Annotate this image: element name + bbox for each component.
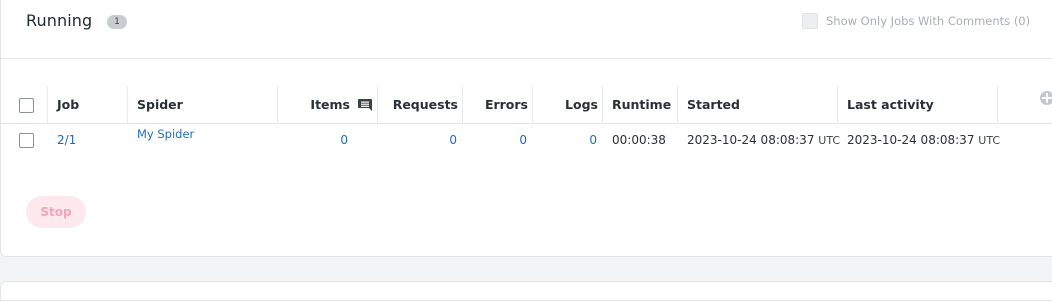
column-divider [462,86,463,124]
started-value: 2023-10-24 08:08:37 UTC [687,125,840,157]
running-jobs-panel: Running 1 Show Only Jobs With Comments (… [0,0,1052,257]
last-activity-timezone: UTC [978,134,1001,147]
panel-header: Running 1 Show Only Jobs With Comments (… [1,0,1052,59]
column-divider [47,86,48,124]
column-divider [127,86,128,124]
running-count-badge: 1 [107,15,127,29]
column-header-runtime[interactable]: Runtime [612,86,671,124]
column-divider [277,86,278,124]
started-timezone: UTC [818,134,841,147]
column-divider [677,86,678,124]
column-header-logs[interactable]: Logs [536,86,598,124]
comments-filter-checkbox[interactable] [802,13,818,29]
items-count-link[interactable]: 0 [287,125,348,157]
runtime-value: 00:00:38 [612,133,666,147]
requests-count-link[interactable]: 0 [381,125,457,157]
comments-filter-label: Show Only Jobs With Comments (0) [826,14,1031,28]
logs-count-link[interactable]: 0 [536,125,597,157]
spider-name-link[interactable]: My Spider [137,119,194,151]
column-divider [377,86,378,124]
column-divider [602,86,603,124]
column-header-requests[interactable]: Requests [381,86,458,124]
stop-button[interactable]: Stop [26,196,86,228]
table-row: 2/1 My Spider 0 0 0 0 00:00:38 2023-10-2… [1,125,1052,157]
comment-icon [358,99,372,111]
last-activity-datetime: 2023-10-24 08:08:37 [847,133,975,147]
started-datetime: 2023-10-24 08:08:37 [687,133,815,147]
select-all-checkbox[interactable] [19,98,34,113]
column-divider [532,86,533,124]
column-settings-icon[interactable] [1040,91,1052,105]
column-header-last-activity[interactable]: Last activity [847,86,934,124]
column-header-errors[interactable]: Errors [466,86,528,124]
last-activity-value: 2023-10-24 08:08:37 UTC [847,125,1000,157]
comments-filter[interactable]: Show Only Jobs With Comments (0) [802,13,1030,29]
next-panel [0,281,1052,301]
column-header-items[interactable]: Items [287,86,350,124]
column-header-started[interactable]: Started [687,86,740,124]
errors-count-link[interactable]: 0 [466,125,527,157]
section-title: Running [26,11,93,30]
column-divider [997,86,998,124]
column-header-job[interactable]: Job [57,86,79,124]
row-select-checkbox[interactable] [19,133,34,148]
job-id-link[interactable]: 2/1 [57,125,76,157]
column-divider [837,86,838,124]
